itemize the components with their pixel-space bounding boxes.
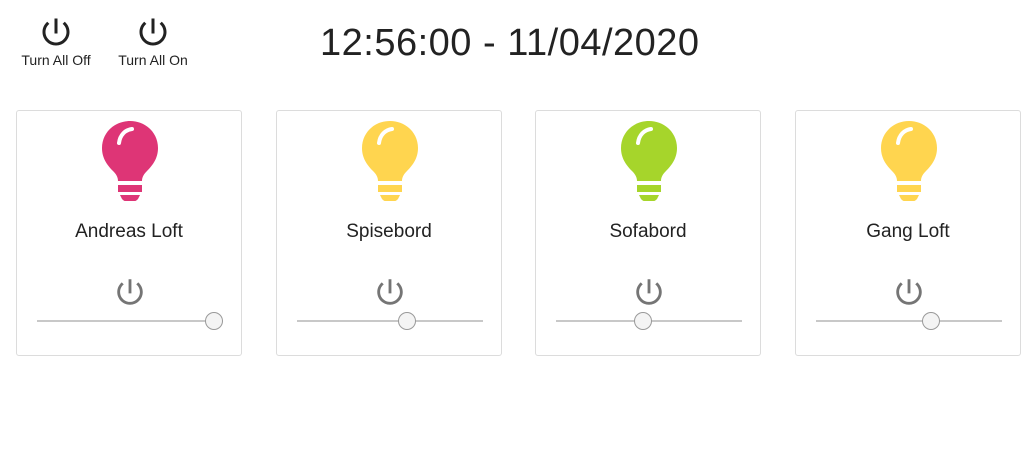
light-name: Sofabord xyxy=(609,221,687,242)
light-name: Spisebord xyxy=(346,221,432,242)
brightness-slider[interactable] xyxy=(37,311,223,331)
slider-thumb[interactable] xyxy=(922,312,941,330)
turn-all-off-button[interactable]: Turn All Off xyxy=(16,14,96,68)
light-name: Andreas Loft xyxy=(75,221,183,242)
clock-display: 12:56:00 - 11/04/2020 xyxy=(320,22,700,64)
power-icon[interactable] xyxy=(632,275,666,309)
light-bulb-icon xyxy=(102,121,158,201)
light-card: Gang Loft xyxy=(795,110,1021,356)
light-bulb-icon xyxy=(881,121,937,201)
slider-thumb[interactable] xyxy=(204,312,223,330)
power-icon[interactable] xyxy=(373,275,407,309)
slider-track xyxy=(37,320,223,322)
light-dashboard: Turn All Off Turn All On 12:56:00 - 11/0… xyxy=(0,0,1036,467)
turn-all-on-button[interactable]: Turn All On xyxy=(112,14,194,68)
slider-track xyxy=(297,320,483,322)
power-icon[interactable] xyxy=(892,275,926,309)
slider-thumb[interactable] xyxy=(397,312,416,330)
brightness-slider[interactable] xyxy=(816,311,1002,331)
light-card: Sofabord xyxy=(535,110,761,356)
light-bulb-icon xyxy=(362,121,418,201)
light-name: Gang Loft xyxy=(866,221,950,242)
power-icon xyxy=(139,18,167,46)
slider-track xyxy=(816,320,1002,322)
brightness-slider[interactable] xyxy=(297,311,483,331)
brightness-slider[interactable] xyxy=(556,311,742,331)
light-bulb-icon xyxy=(621,121,677,201)
slider-thumb[interactable] xyxy=(634,312,653,330)
power-icon xyxy=(42,18,70,46)
turn-all-off-label: Turn All Off xyxy=(21,52,91,68)
light-card: Spisebord xyxy=(276,110,502,356)
turn-all-on-label: Turn All On xyxy=(118,52,188,68)
power-icon[interactable] xyxy=(113,275,147,309)
light-card: Andreas Loft xyxy=(16,110,242,356)
